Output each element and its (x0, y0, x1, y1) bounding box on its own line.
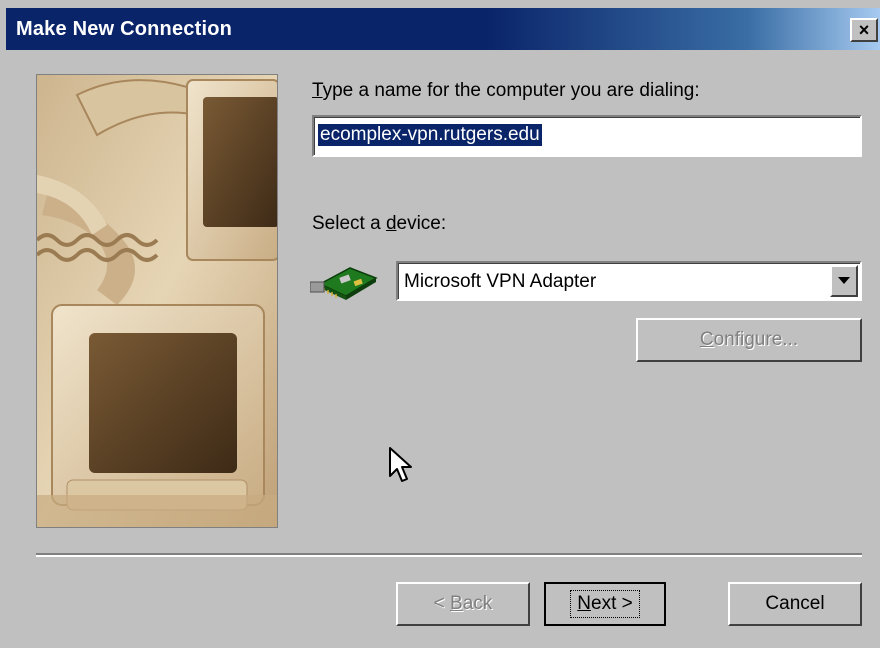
computer-name-label: Type a name for the computer you are dia… (312, 80, 700, 101)
device-selected-value: Microsoft VPN Adapter (404, 271, 597, 292)
close-icon: × (858, 20, 870, 40)
next-button-label: Next > (570, 590, 640, 618)
cancel-button-label: Cancel (765, 593, 825, 614)
dropdown-arrow-button[interactable] (830, 265, 858, 297)
next-button[interactable]: Next > (544, 582, 666, 626)
cancel-button[interactable]: Cancel (728, 582, 862, 626)
computer-name-value[interactable]: ecomplex-vpn.rutgers.edu (318, 124, 542, 146)
close-button[interactable]: × (850, 18, 878, 42)
button-separator (36, 553, 862, 557)
make-new-connection-dialog: Make New Connection × Type a name for th… (0, 0, 880, 648)
back-button-label: < Back (433, 593, 493, 614)
computer-phone-illustration (36, 74, 278, 528)
configure-button-label: Configure... (699, 329, 799, 350)
back-button[interactable]: < Back (396, 582, 530, 626)
dialog-title: Make New Connection (16, 18, 233, 40)
device-select[interactable]: Microsoft VPN Adapter (396, 261, 862, 301)
computer-name-input[interactable]: ecomplex-vpn.rutgers.edu (312, 115, 862, 157)
network-adapter-icon (309, 262, 382, 302)
title-bar[interactable]: Make New Connection × (6, 8, 880, 50)
configure-button[interactable]: Configure... (636, 318, 862, 362)
device-label: Select a device: (312, 213, 447, 234)
mouse-pointer-icon (388, 446, 414, 486)
